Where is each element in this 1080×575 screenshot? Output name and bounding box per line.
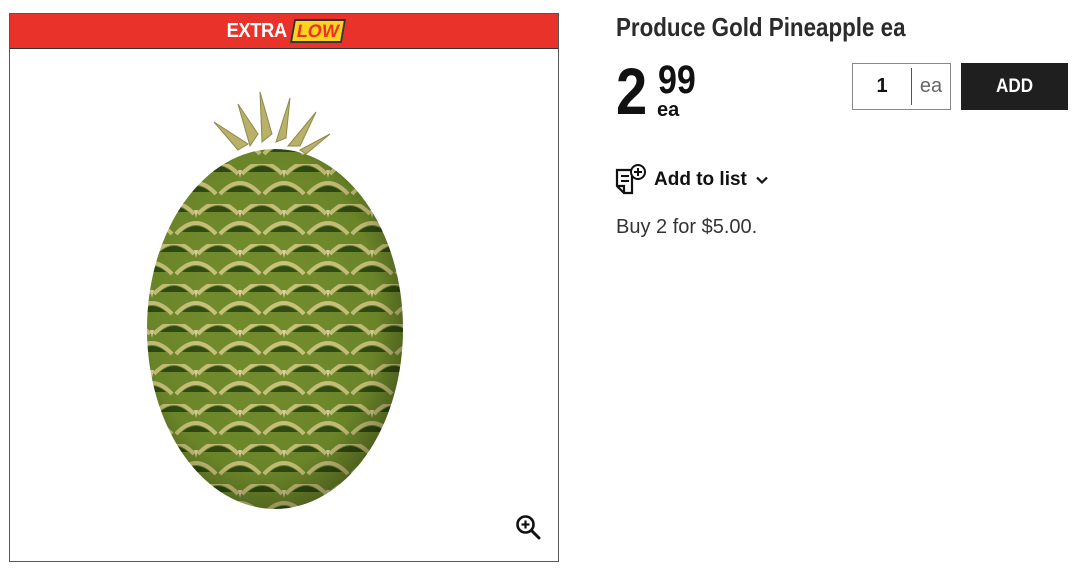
add-to-list-button[interactable]: Add to list <box>614 163 769 197</box>
add-to-cart-button[interactable]: ADD <box>961 63 1068 110</box>
promo-tag: LOW <box>290 19 347 43</box>
promo-label: EXTRA <box>226 19 287 42</box>
promo-banner: EXTRA LOW <box>10 14 558 49</box>
chevron-down-icon <box>756 176 768 185</box>
add-to-list-label: Add to list <box>654 169 747 190</box>
price-unit: ea <box>657 99 680 121</box>
quantity-stepper: ea <box>852 63 951 110</box>
multi-buy-offer: Buy 2 for $5.00. <box>616 216 758 238</box>
zoom-in-icon <box>516 515 541 540</box>
add-button-label: ADD <box>995 75 1034 97</box>
quantity-unit: ea <box>919 75 943 97</box>
quantity-input[interactable] <box>853 64 911 109</box>
zoom-button[interactable] <box>514 513 542 541</box>
price-dollars: 2 <box>616 54 648 128</box>
price-cents: 99 <box>658 58 696 102</box>
product-title: Produce Gold Pineapple ea <box>616 12 906 42</box>
product-image-panel: EXTRA LOW <box>9 13 559 562</box>
product-image-pineapple <box>147 91 403 509</box>
add-to-list-icon <box>615 164 646 195</box>
